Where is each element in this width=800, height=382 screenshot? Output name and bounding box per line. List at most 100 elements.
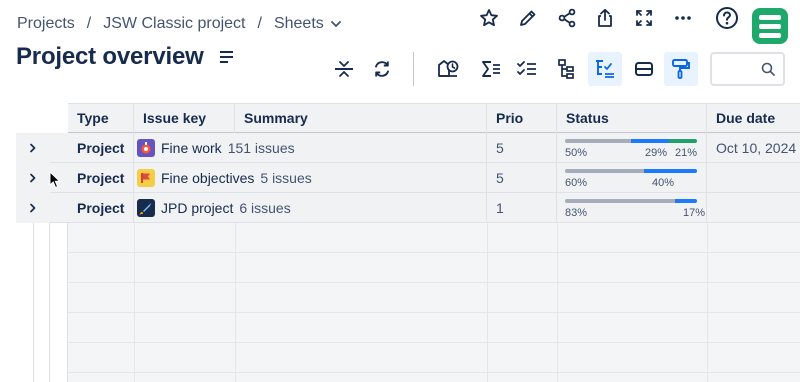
status-segment xyxy=(565,139,631,143)
status-percent-label: 21% xyxy=(675,147,698,159)
tree-filter-icon[interactable] xyxy=(588,52,622,86)
sum-icon[interactable] xyxy=(474,52,508,86)
chevron-right-icon xyxy=(30,203,36,213)
breadcrumb-separator: / xyxy=(257,15,262,32)
expand-row-button[interactable] xyxy=(16,133,50,163)
status-percent-label: 17% xyxy=(683,207,706,219)
hierarchy-icon[interactable] xyxy=(550,52,584,86)
expand-row-button[interactable] xyxy=(16,163,50,193)
status-segment xyxy=(644,169,697,173)
logo-bar xyxy=(759,14,781,20)
status-labels: 83% 17% xyxy=(565,206,705,220)
row-height-icon[interactable] xyxy=(627,52,661,86)
status-bar xyxy=(565,139,697,143)
cell-prio: 5 xyxy=(487,163,557,193)
export-icon[interactable] xyxy=(591,4,619,32)
empty-row xyxy=(68,283,800,313)
table-row[interactable]: Project Fine work 151 issues 5 50% 29% 21%… xyxy=(16,133,800,163)
status-progress: 83% 17% xyxy=(565,199,705,220)
refresh-icon[interactable] xyxy=(365,52,399,86)
cell-status: 50% 29% 21% xyxy=(557,133,707,163)
search-icon xyxy=(761,62,775,76)
status-segment xyxy=(675,199,697,203)
cell-prio: 5 xyxy=(487,133,557,163)
help-icon[interactable] xyxy=(713,4,741,32)
empty-row xyxy=(68,343,800,373)
logo-bar xyxy=(759,32,781,38)
title-row: Project overview xyxy=(16,43,234,71)
status-percent-label: 29% xyxy=(645,147,668,159)
column-header-due-date[interactable]: Due date xyxy=(707,104,800,133)
column-header-summary[interactable]: Summary xyxy=(235,104,487,133)
project-name[interactable]: Fine work xyxy=(161,133,222,163)
status-percent-label: 40% xyxy=(652,177,675,189)
paint-roller-icon[interactable] xyxy=(664,52,698,86)
cell-type: Project xyxy=(68,163,134,193)
star-icon[interactable] xyxy=(475,4,503,32)
more-icon[interactable] xyxy=(669,4,697,32)
cell-prio: 1 xyxy=(487,193,557,223)
cell-type: Project xyxy=(68,133,134,163)
column-header-prio[interactable]: Prio xyxy=(487,104,557,133)
automation-icon[interactable] xyxy=(431,52,465,86)
cell-issue-key[interactable]: JPD project 6 issues xyxy=(134,193,487,223)
status-progress: 50% 29% 21% xyxy=(565,139,698,160)
table-row[interactable]: Project JPD project 6 issues 1 83% 17% xyxy=(16,193,800,223)
column-header-issue-key[interactable]: Issue key xyxy=(134,104,235,133)
share-icon[interactable] xyxy=(553,4,581,32)
cell-due-date xyxy=(707,163,800,193)
empty-row xyxy=(68,223,800,253)
title-menu-icon[interactable] xyxy=(219,50,234,64)
cell-type: Project xyxy=(68,193,134,223)
cell-status: 60% 40% xyxy=(557,163,707,193)
logo-bar xyxy=(759,23,781,29)
status-bar xyxy=(565,169,697,173)
project-avatar-icon xyxy=(137,169,155,187)
cell-issue-key[interactable]: Fine objectives 5 issues xyxy=(134,163,487,193)
issue-count: 5 issues xyxy=(260,170,312,186)
project-avatar-icon xyxy=(137,139,155,157)
sheet-grid: Type Issue key Summary Prio Status Due d… xyxy=(0,103,800,382)
status-percent-label: 50% xyxy=(565,147,588,159)
breadcrumb-project[interactable]: JSW Classic project xyxy=(103,15,245,33)
checklist-icon[interactable] xyxy=(510,52,544,86)
fullscreen-icon[interactable] xyxy=(630,4,658,32)
empty-row xyxy=(68,253,800,283)
page-title: Project overview xyxy=(16,43,204,70)
table-row[interactable]: Project Fine objectives 5 issues 5 60% 40… xyxy=(16,163,800,193)
empty-row xyxy=(68,313,800,343)
status-segment xyxy=(669,139,697,143)
status-segment xyxy=(631,139,669,143)
status-segment xyxy=(565,169,644,173)
app-logo[interactable] xyxy=(752,8,788,44)
cell-status: 83% 17% xyxy=(557,193,707,223)
project-avatar-icon xyxy=(137,199,155,217)
mouse-cursor-icon xyxy=(49,171,61,189)
breadcrumb-sheets[interactable]: Sheets xyxy=(274,15,324,33)
breadcrumb-separator: / xyxy=(86,15,92,32)
status-labels: 60% 40% xyxy=(565,176,698,190)
cell-due-date xyxy=(707,193,800,223)
status-segment xyxy=(565,199,675,203)
chevron-down-icon[interactable] xyxy=(330,18,342,30)
pencil-icon[interactable] xyxy=(514,4,542,32)
toolbar-divider xyxy=(413,52,414,86)
search-field[interactable] xyxy=(710,52,785,86)
breadcrumb-projects[interactable]: Projects xyxy=(17,15,75,33)
issue-count: 151 issues xyxy=(227,140,295,156)
status-bar xyxy=(565,199,697,203)
column-header-type[interactable]: Type xyxy=(68,104,134,133)
cell-issue-key[interactable]: Fine work 151 issues xyxy=(134,133,487,163)
column-header-row: Type Issue key Summary Prio Status Due d… xyxy=(68,103,800,133)
status-labels: 50% 29% 21% xyxy=(565,146,698,160)
collapse-rows-icon[interactable] xyxy=(327,52,361,86)
chevron-right-icon xyxy=(30,143,36,153)
project-name[interactable]: JPD project xyxy=(161,193,233,223)
project-name[interactable]: Fine objectives xyxy=(161,163,254,193)
column-header-status[interactable]: Status xyxy=(557,104,707,133)
breadcrumb: Projects / JSW Classic project / Sheets xyxy=(17,15,342,33)
expand-row-button[interactable] xyxy=(16,193,50,223)
status-progress: 60% 40% xyxy=(565,169,698,190)
issue-count: 6 issues xyxy=(239,200,291,216)
status-percent-label: 60% xyxy=(565,177,588,189)
